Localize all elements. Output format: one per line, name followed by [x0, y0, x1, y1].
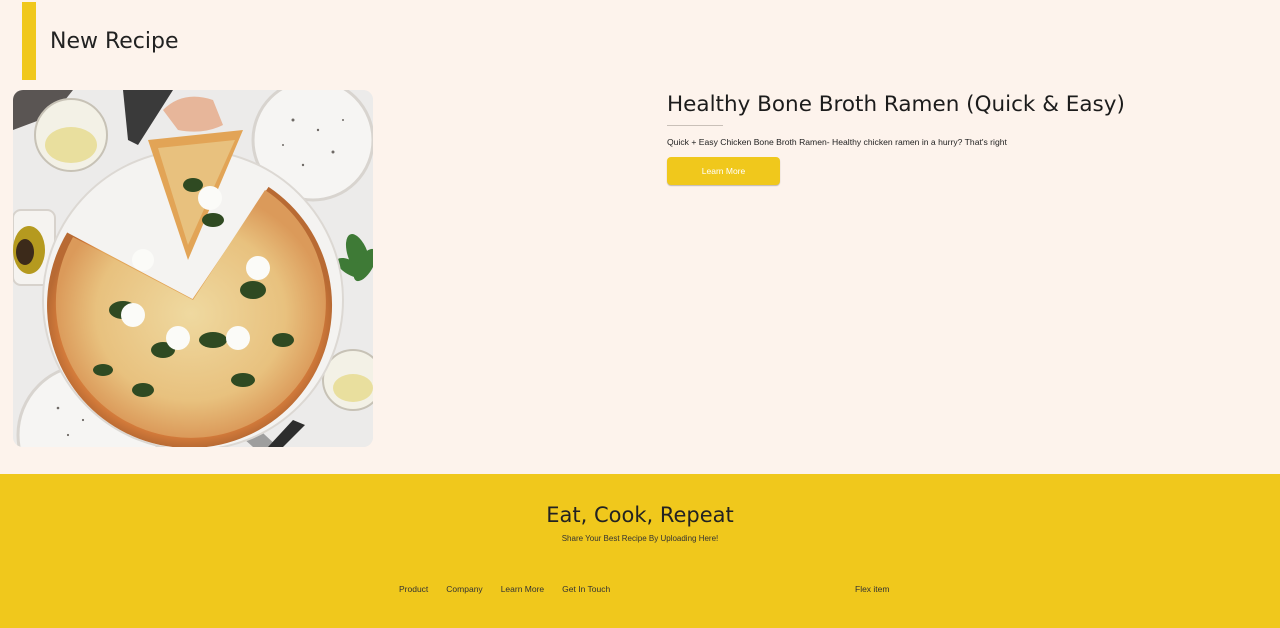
- recipe-description: Quick + Easy Chicken Bone Broth Ramen- H…: [667, 137, 1007, 147]
- flex-item: Flex item: [855, 584, 890, 594]
- title-divider: [667, 125, 723, 126]
- pizza-photo: [13, 90, 373, 447]
- section-header: New Recipe: [22, 2, 179, 80]
- footer-title: Eat, Cook, Repeat: [546, 503, 734, 527]
- page-title: New Recipe: [50, 28, 179, 54]
- learn-more-button[interactable]: Learn More: [667, 157, 780, 185]
- footer-subtitle: Share Your Best Recipe By Uploading Here…: [561, 534, 719, 543]
- footer-link-company[interactable]: Company: [446, 584, 482, 594]
- footer: Eat, Cook, Repeat Share Your Best Recipe…: [0, 474, 1280, 628]
- footer-link-product[interactable]: Product: [399, 584, 428, 594]
- footer-nav: Product Company Learn More Get In Touch: [399, 584, 610, 594]
- title-accent-bar: [22, 2, 36, 80]
- recipe-image: [13, 90, 373, 447]
- recipe-info: Healthy Bone Broth Ramen (Quick & Easy) …: [667, 90, 1227, 185]
- recipe-title: Healthy Bone Broth Ramen (Quick & Easy): [667, 92, 1125, 117]
- footer-link-learn-more[interactable]: Learn More: [501, 584, 544, 594]
- footer-link-get-in-touch[interactable]: Get In Touch: [562, 584, 610, 594]
